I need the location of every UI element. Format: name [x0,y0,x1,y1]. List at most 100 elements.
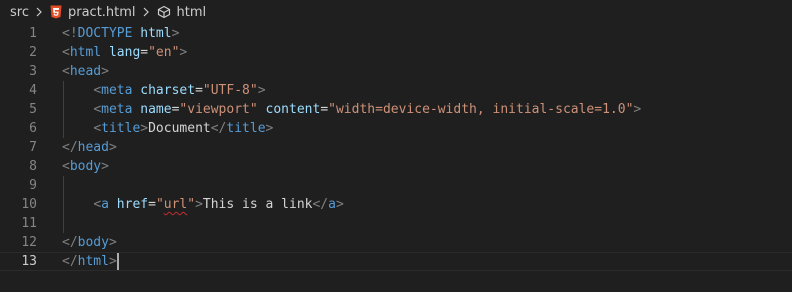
code-token: < [62,45,70,60]
code-editor[interactable]: 1 <!DOCTYPE html> 2 <html lang="en"> 3 <head>… [0,24,792,292]
breadcrumb-folder-label: src [10,4,29,20]
code-token: </ [312,197,329,212]
breadcrumb: src pract.html html [0,0,792,24]
code-token: > [171,26,180,41]
code-token: > [257,83,266,98]
breadcrumb-file[interactable]: pract.html [50,5,136,20]
code-token: html [77,254,109,269]
code-token: </ [62,254,78,269]
code-token: < [93,197,102,212]
code-token: > [108,254,117,269]
line-number: 1 [29,26,37,41]
line-number: 12 [21,235,37,250]
code-line[interactable]: 10 <a href="url">This is a link</a> [0,195,792,214]
code-token: a [328,197,336,212]
code-token: > [195,197,203,212]
code-token: "UTF-8" [202,83,258,98]
code-token: </ [62,235,78,250]
code-line[interactable]: 1 <!DOCTYPE html> [0,24,792,43]
code-token: < [93,102,102,117]
code-line[interactable]: 7 </head> [0,138,792,157]
code-token: href [116,197,149,212]
code-token: > [108,140,117,155]
html5-file-icon [50,5,62,19]
code-text: <!DOCTYPE html> [62,24,179,43]
code-token: head [77,140,109,155]
code-token: a [101,197,109,212]
code-token: > [140,121,149,136]
line-number: 4 [29,83,37,98]
chevron-right-icon [34,7,44,17]
code-token: = [320,102,329,117]
code-text: <meta name="viewport" content="width=dev… [62,100,641,119]
code-line[interactable]: 5 <meta name="viewport" content="width=d… [0,100,792,119]
code-token: = [195,83,203,98]
line-number: 6 [29,121,37,136]
code-text: <a href="url">This is a link</a> [62,195,343,214]
code-token: url [163,197,188,212]
code-token: meta [101,83,133,98]
code-token: "en" [148,45,180,60]
code-line[interactable]: 2 <html lang="en"> [0,43,792,62]
symbol-element-icon [157,5,171,19]
code-token: name [140,102,172,117]
line-number: 10 [21,197,37,212]
breadcrumb-symbol-label: html [176,4,207,20]
code-token: < [62,64,70,79]
code-line[interactable]: 13 </html> [0,252,792,271]
line-number: 2 [29,45,37,60]
code-token: = [148,197,156,212]
line-number: 11 [21,216,37,231]
breadcrumb-folder[interactable]: src [10,5,29,20]
code-token: = [140,45,149,60]
code-token: body [77,235,109,250]
code-text: <meta charset="UTF-8"> [62,81,266,100]
code-token: html [69,45,102,60]
chevron-right-icon [141,7,151,17]
code-token: "viewport" [179,102,258,117]
code-token: > [101,64,109,79]
code-line[interactable]: 8 <body> [0,157,792,176]
code-text: </body> [62,233,117,252]
breadcrumb-file-label: pract.html [67,4,136,20]
code-text: <body> [62,157,109,176]
code-line[interactable]: 9 [0,176,792,195]
code-token: </ [62,140,78,155]
code-token: lang [108,45,141,60]
code-token: "width=device-width, initial-scale=1.0" [328,102,634,117]
code-line[interactable]: 12 </body> [0,233,792,252]
code-token: > [633,102,642,117]
line-number: 13 [21,254,37,269]
code-token: < [62,159,70,174]
code-text: </html> [62,253,119,270]
code-token: <! [62,26,78,41]
code-token: Document [148,121,211,136]
code-text: </head> [62,138,117,157]
code-text: <html lang="en"> [62,43,187,62]
code-token: > [179,45,188,60]
code-token: meta [101,102,133,117]
line-number: 7 [29,140,37,155]
line-number: 5 [29,102,37,117]
code-line[interactable]: 3 <head> [0,62,792,81]
code-token: < [93,83,102,98]
code-text: <head> [62,62,109,81]
code-token: head [69,64,102,79]
code-line[interactable]: 6 <title>Document</title> [0,119,792,138]
line-number: 3 [29,64,37,79]
code-token: body [69,159,102,174]
code-token: > [265,121,274,136]
code-token: > [108,235,117,250]
code-token: title [226,121,266,136]
code-token: This is a link [202,197,313,212]
code-line[interactable]: 11 [0,214,792,233]
breadcrumb-symbol[interactable]: html [157,4,207,20]
code-line[interactable]: 4 <meta charset="UTF-8"> [0,81,792,100]
code-token: html [140,26,172,41]
